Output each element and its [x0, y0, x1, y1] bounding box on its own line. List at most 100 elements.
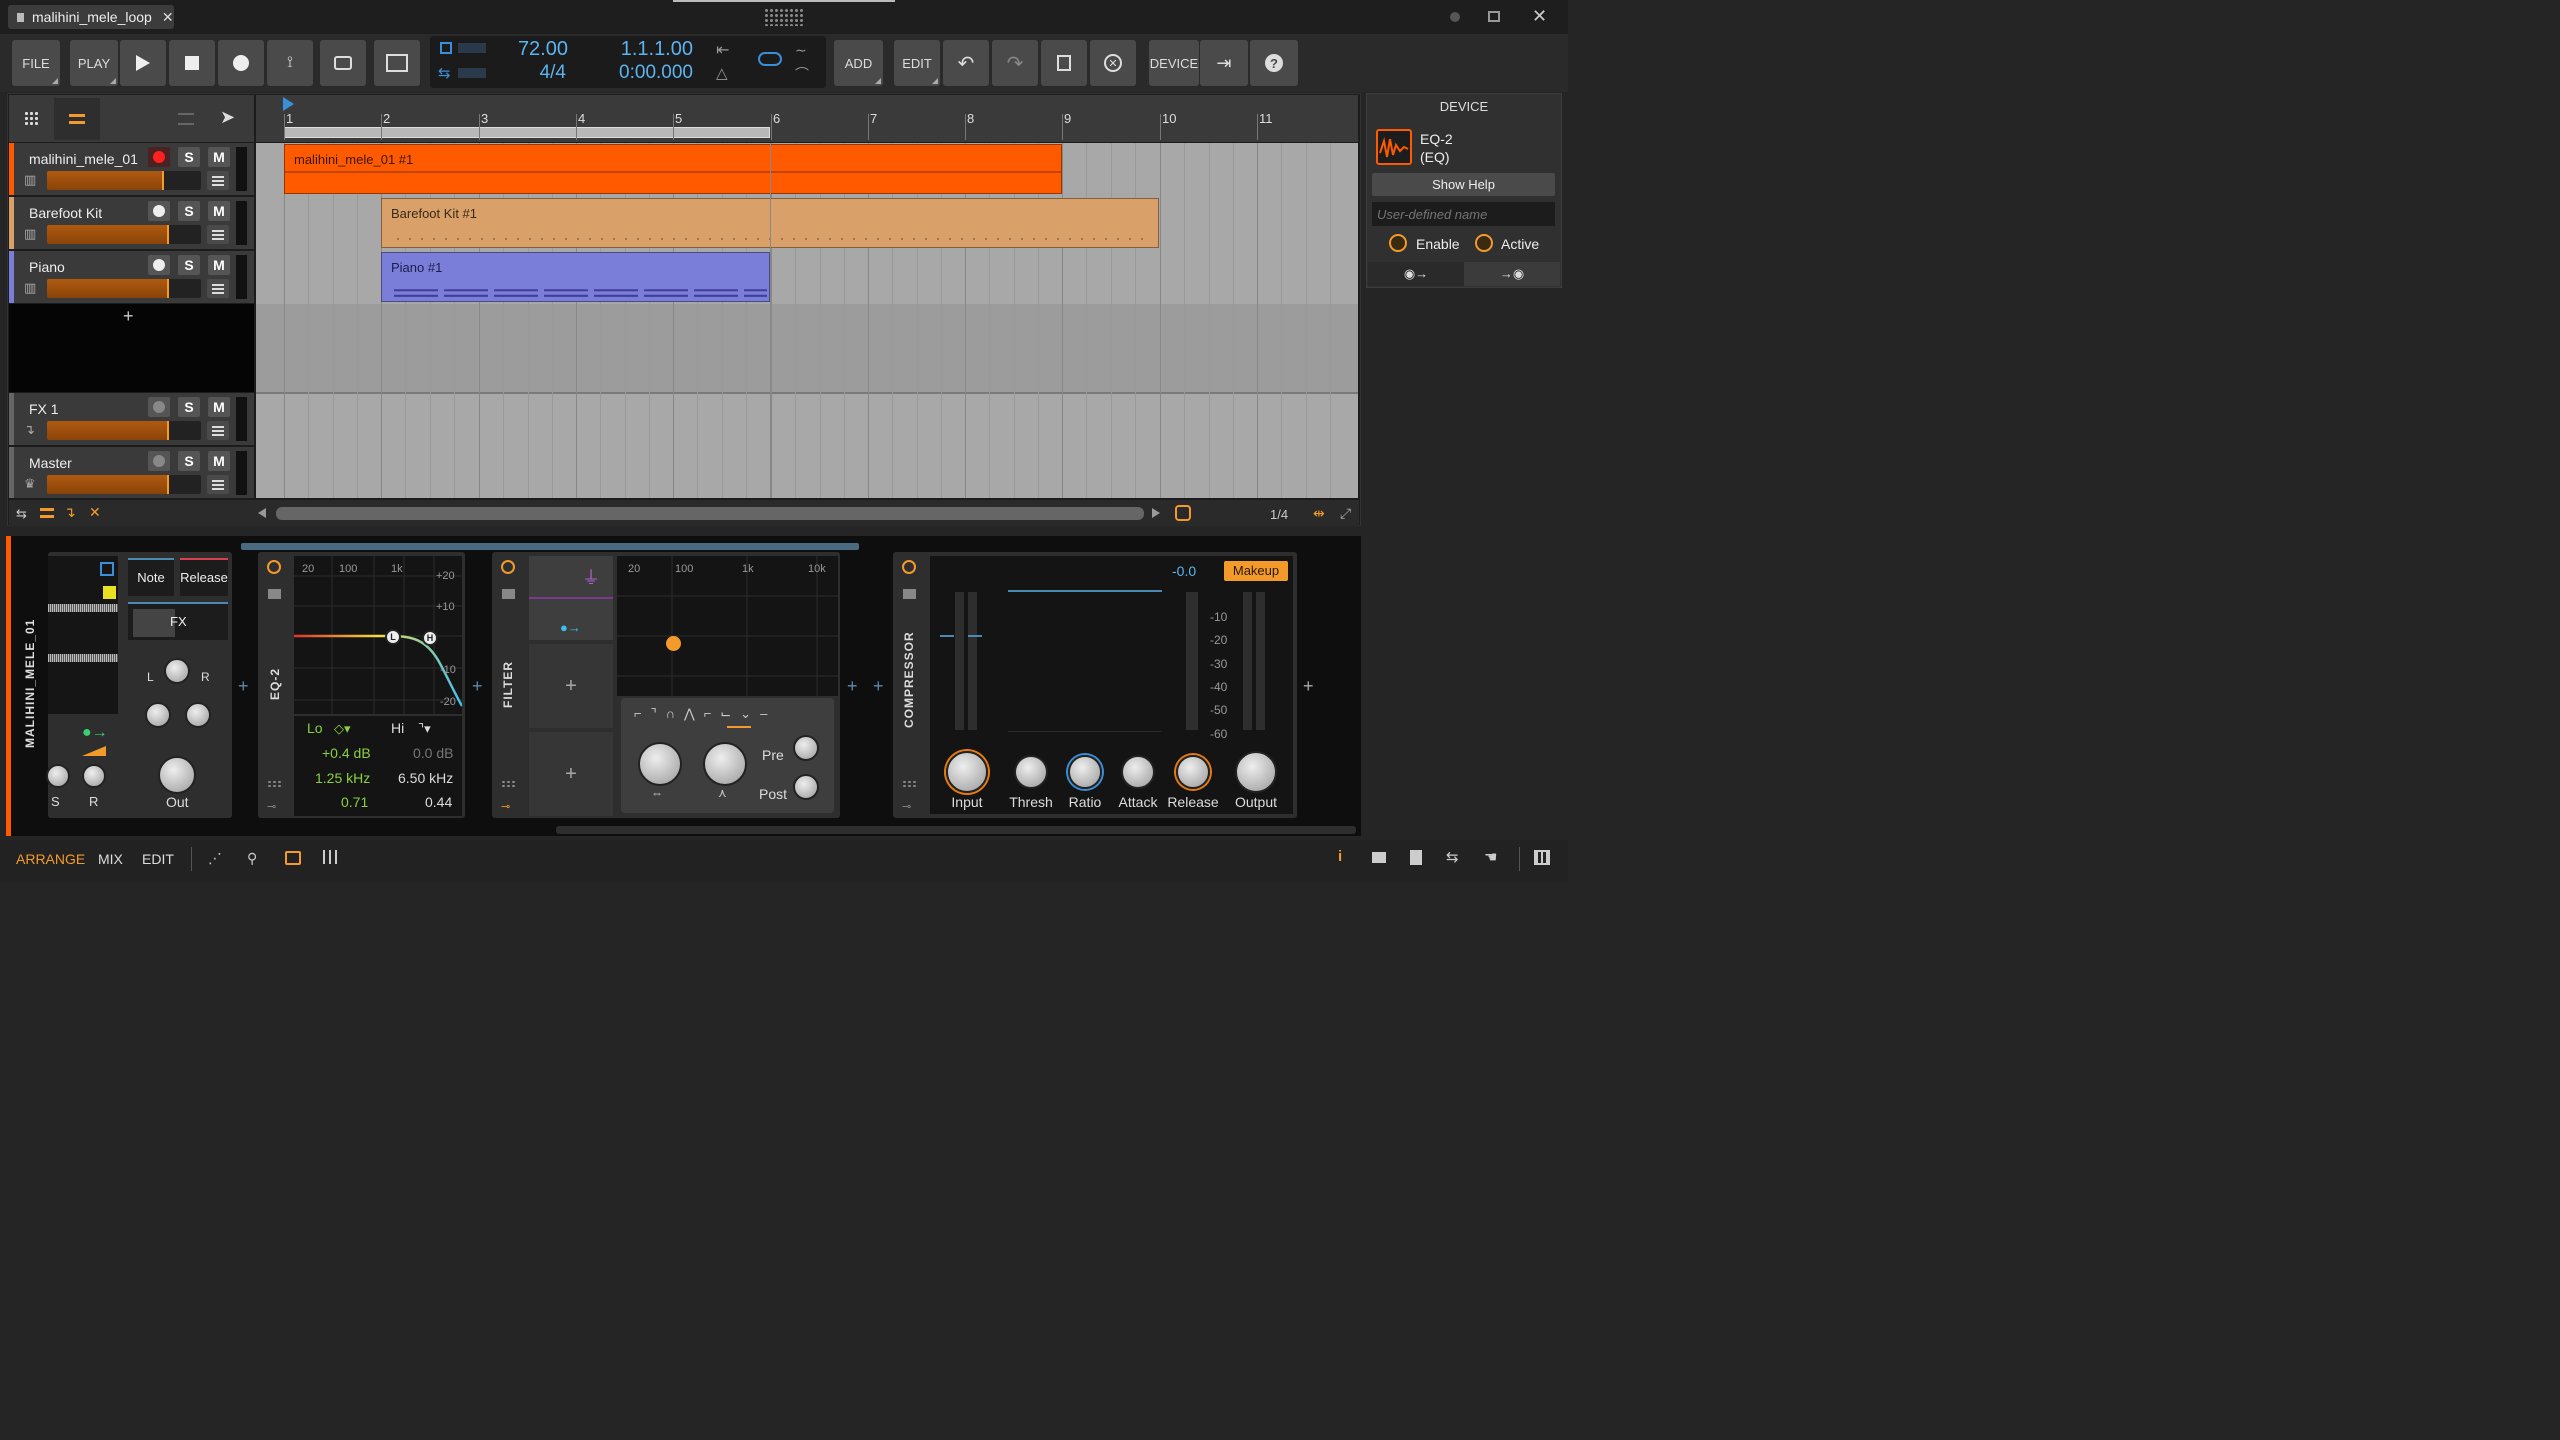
comp-output-knob[interactable] [1235, 751, 1277, 793]
scroll-left-icon[interactable] [258, 508, 266, 518]
mixer-panel-icon[interactable] [323, 850, 337, 864]
record-arm-button[interactable] [148, 451, 170, 471]
active-icon[interactable] [1475, 234, 1493, 252]
grip-icon[interactable] [764, 8, 804, 26]
filter-add-slot-2[interactable]: + [529, 732, 613, 816]
position-beats-display[interactable]: 1.1.1.00 [600, 38, 693, 61]
send-knob-1[interactable] [145, 702, 171, 728]
eq-lo-label[interactable]: Lo [307, 720, 323, 736]
track-height-icon[interactable] [40, 508, 54, 518]
zoom-to-fit-icon[interactable]: ⇹ [1313, 505, 1325, 522]
add-device-plus-2[interactable]: + [472, 676, 483, 697]
device-menu-button[interactable]: DEVICE [1149, 40, 1199, 86]
eq-dots-icon[interactable] [267, 780, 281, 788]
comp-value[interactable]: -0.0 [1172, 563, 1196, 579]
env-arrow-icon[interactable]: ●→ [82, 724, 108, 742]
volume-fader[interactable] [47, 475, 201, 494]
filter-resonance-knob[interactable] [703, 742, 747, 786]
track-menu-button[interactable] [207, 421, 229, 440]
track-menu-button[interactable] [207, 171, 229, 190]
filter-cutoff-knob[interactable] [638, 742, 682, 786]
comp-thresh-knob[interactable] [1014, 755, 1048, 789]
loop-icon[interactable] [758, 52, 782, 66]
overdub-button[interactable] [320, 40, 366, 86]
note-button[interactable]: Note [128, 558, 174, 596]
arrange-tab[interactable]: ARRANGE [16, 851, 85, 867]
comp-route-icon[interactable]: ⊸ [902, 800, 911, 813]
solo-button[interactable]: S [178, 451, 200, 471]
volume-fader[interactable] [47, 421, 201, 440]
mix-tab[interactable]: MIX [98, 851, 123, 867]
delete-button[interactable]: ✕ [1090, 40, 1136, 86]
post-knob[interactable] [793, 774, 819, 800]
filter-graph[interactable] [617, 556, 838, 696]
fx-slot[interactable]: FX [128, 602, 228, 640]
horizontal-scrollbar[interactable] [276, 507, 1144, 520]
solo-button[interactable]: S [178, 255, 200, 275]
metronome-icon[interactable]: △ [716, 64, 728, 82]
user-defined-name-input[interactable] [1372, 202, 1555, 226]
mute-button[interactable]: M [208, 397, 230, 417]
enable-power-icon[interactable] [1389, 234, 1407, 252]
note-editor-icon[interactable]: ⋰ [208, 850, 222, 867]
output-routing-tab[interactable]: →◉ [1464, 262, 1560, 286]
comp-release-knob[interactable] [1176, 755, 1210, 789]
minimize-icon[interactable] [1450, 12, 1460, 22]
edit-menu-button[interactable]: EDIT [894, 40, 940, 86]
comp-ratio-knob[interactable] [1068, 755, 1102, 789]
add-button[interactable]: ADD [834, 40, 883, 86]
track-menu-button[interactable] [207, 475, 229, 494]
restore-icon[interactable] [1488, 11, 1500, 22]
show-help-button[interactable]: Show Help [1372, 173, 1555, 196]
filter-add-slot-1[interactable]: + [529, 644, 613, 728]
eq-hi-label[interactable]: Hi [391, 720, 404, 736]
follow-icon[interactable]: ↴ [64, 504, 76, 521]
audio-clip[interactable]: malihini_mele_01 #1 [284, 144, 1062, 194]
pan-knob[interactable] [164, 658, 190, 684]
pointer-tool-icon[interactable]: ➤ [220, 107, 235, 128]
solo-button[interactable]: S [178, 397, 200, 417]
filter-type-icons[interactable]: ⌐⌝∩⋀⌐⌙⌄– [634, 706, 776, 722]
device-chain-scroll[interactable] [241, 543, 859, 550]
record-arm-button[interactable] [148, 201, 170, 221]
close-tab-icon[interactable]: ✕ [162, 9, 174, 26]
record-arm-button[interactable] [148, 397, 170, 417]
record-arm-button[interactable] [148, 255, 170, 275]
stop-button[interactable] [169, 40, 215, 86]
device-chain-hscroll[interactable] [556, 826, 1356, 834]
comp-folder-icon[interactable] [903, 589, 916, 599]
s-knob[interactable] [46, 764, 70, 788]
send-knob-2[interactable] [185, 702, 211, 728]
undo-button[interactable]: ↶ [943, 40, 989, 86]
filter-dots-icon[interactable] [501, 780, 515, 788]
eq-hi-shelf-icon[interactable]: ⌝▾ [418, 721, 431, 737]
eq-hi-freq[interactable]: 6.50 kHz [398, 770, 453, 786]
solo-button[interactable]: S [178, 201, 200, 221]
duplicate-button[interactable] [1041, 40, 1087, 86]
input-routing-tab[interactable]: ◉→ [1368, 262, 1464, 286]
eq-lo-shelf-icon[interactable]: ◇▾ [334, 721, 351, 737]
comp-input-knob[interactable] [946, 751, 988, 793]
touch-icon[interactable]: ☚ [1484, 848, 1497, 866]
add-device-plus-3[interactable]: + [847, 676, 858, 697]
eq-hi-q[interactable]: 0.44 [425, 794, 452, 810]
volume-fader[interactable] [47, 171, 201, 190]
filter-cutoff-node[interactable] [666, 636, 681, 651]
makeup-button[interactable]: Makeup [1224, 561, 1288, 581]
volume-fader[interactable] [47, 225, 201, 244]
arrange-options-icon[interactable]: ⇆ [16, 506, 27, 522]
project-tab[interactable]: malihini_mele_loop ✕ [8, 5, 174, 29]
help-button[interactable]: ? [1250, 40, 1298, 86]
mapping-icon[interactable]: ⇆ [1446, 848, 1459, 866]
eq-power-icon[interactable] [267, 560, 281, 574]
tempo-display[interactable]: 72.00 [500, 38, 568, 61]
eq-folder-icon[interactable] [268, 589, 281, 599]
add-device-plus-1[interactable]: + [238, 676, 249, 697]
browser-icon[interactable] [1372, 852, 1386, 863]
automation-button[interactable]: ⟟ [267, 40, 313, 86]
layout-icon[interactable] [178, 113, 194, 125]
eq-node-high[interactable]: H [422, 630, 438, 646]
automation-editor-icon[interactable]: ⚲ [247, 850, 257, 867]
grid-resolution[interactable]: 1/4 [1270, 507, 1288, 522]
comp-attack-knob[interactable] [1121, 755, 1155, 789]
